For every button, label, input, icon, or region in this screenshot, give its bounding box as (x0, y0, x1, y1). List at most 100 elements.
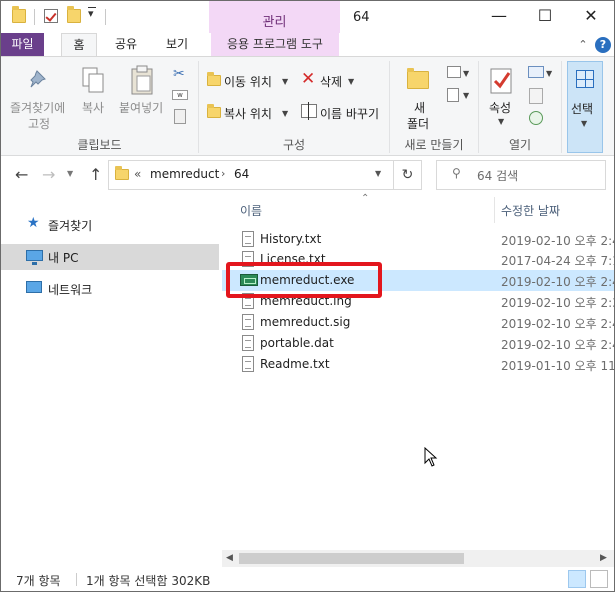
breadcrumb-64[interactable]: 64 (234, 167, 249, 181)
tab-file[interactable]: 파일 (1, 33, 44, 56)
delete-icon: ✕ (301, 69, 316, 89)
select-button[interactable]: 선택 ▼ (567, 61, 603, 153)
ribbon-tabs: 파일 홈 공유 보기 응용 프로그램 도구 ⌃ ? (1, 33, 614, 56)
folder-icon (115, 166, 129, 180)
refresh-icon[interactable]: ↻ (394, 160, 422, 190)
chevron-down-icon: ▼ (463, 69, 470, 78)
properties-button[interactable]: 속성 (489, 99, 511, 116)
move-to-icon (207, 72, 221, 86)
star-icon: ★ (27, 215, 40, 231)
tab-app-tools[interactable]: 응용 프로그램 도구 (211, 33, 339, 56)
file-list: ⌃ 이름 수정한 날짜 History.txt 2019-02-10 오후 2:… (222, 193, 614, 565)
scroll-left-icon[interactable]: ◀ (226, 553, 233, 563)
column-header-name[interactable]: 이름 (240, 202, 262, 219)
new-item-icon[interactable] (447, 66, 461, 78)
selection-info: 1개 항목 선택함 302KB (86, 574, 211, 588)
copy-button[interactable]: 복사 (82, 99, 104, 116)
nav-label: 내 PC (48, 251, 79, 265)
chevron-down-icon: ▼ (546, 69, 553, 78)
chevron-down-icon: ▼ (282, 109, 289, 118)
navigation-pane: ★ 즐겨찾기 내 PC 네트워크 (1, 193, 221, 565)
text-file-icon (242, 231, 254, 247)
ribbon: 즐겨찾기에 고정 복사 붙여넣기 ✂ w 클립보드 이동 위치 ▼ 복사 위치 … (1, 56, 614, 156)
tab-share[interactable]: 공유 (107, 33, 145, 56)
properties-icon (490, 68, 512, 94)
back-arrow-icon[interactable]: ← (15, 165, 28, 184)
paste-button[interactable]: 붙여넣기 (119, 99, 163, 116)
breadcrumb-memreduct[interactable]: memreduct (150, 167, 219, 181)
copy-path-icon[interactable]: w (172, 90, 188, 100)
new-folder-button-2[interactable]: 폴더 (407, 115, 429, 132)
scroll-thumb[interactable] (239, 553, 464, 564)
table-row[interactable]: portable.dat 2019-02-10 오후 2:4 (222, 333, 614, 354)
breadcrumb-separator-icon[interactable]: › (221, 167, 225, 180)
chevron-down-icon: ▼ (498, 117, 505, 126)
computer-stand (32, 262, 37, 265)
maximize-button[interactable]: ☐ (522, 1, 568, 33)
file-date: 2019-02-10 오후 2:3 (501, 296, 615, 310)
chevron-down-icon: ▼ (581, 119, 588, 128)
group-divider (561, 61, 562, 153)
move-to-button[interactable]: 이동 위치 (224, 73, 272, 90)
address-bar[interactable]: « memreduct › 64 ▼ (108, 160, 394, 190)
paste-shortcut-icon[interactable] (174, 109, 186, 124)
chevron-up-icon[interactable]: ⌃ (575, 37, 591, 53)
tab-home[interactable]: 홈 (61, 33, 97, 56)
nav-item-this-pc[interactable]: 내 PC (1, 244, 219, 270)
sort-up-icon: ⌃ (361, 193, 370, 204)
paste-icon (131, 65, 153, 95)
easy-access-icon[interactable] (447, 88, 459, 102)
file-name: Readme.txt (260, 357, 330, 371)
rename-icon (301, 102, 317, 120)
tab-view[interactable]: 보기 (157, 33, 197, 56)
history-icon[interactable] (529, 111, 543, 125)
nav-item-network[interactable]: 네트워크 (1, 276, 219, 302)
horizontal-scrollbar[interactable]: ◀ ▶ (222, 550, 614, 567)
new-folder-quick-icon[interactable] (67, 6, 81, 23)
forward-arrow-icon[interactable]: → (42, 165, 55, 184)
new-group-label: 새로 만들기 (404, 138, 464, 152)
nav-label: 네트워크 (48, 283, 93, 297)
chevron-down-icon: ▼ (282, 77, 289, 86)
recent-locations-icon[interactable]: ▼ (67, 169, 73, 178)
up-arrow-icon[interactable]: ↑ (89, 165, 102, 184)
pin-label[interactable]: 즐겨찾기에 (10, 99, 65, 116)
edit-icon[interactable] (529, 88, 543, 104)
divider (76, 573, 77, 586)
file-date: 2019-02-10 오후 2:4 (501, 275, 615, 289)
new-folder-button[interactable]: 새 (414, 99, 425, 116)
pin-label-2[interactable]: 고정 (28, 115, 50, 132)
clipboard-group-label: 클립보드 (77, 138, 122, 152)
customize-quick-access-icon[interactable]: ▾ (88, 7, 94, 20)
table-row[interactable]: Readme.txt 2019-01-10 오후 11 (222, 354, 614, 375)
address-dropdown-icon[interactable]: ▼ (375, 169, 381, 178)
select-label: 선택 (571, 102, 594, 116)
chevron-down-icon: ▼ (463, 91, 470, 100)
status-bar: 7개 항목 1개 항목 선택함 302KB (1, 567, 614, 591)
chevron-down-icon: ▼ (348, 77, 355, 86)
help-icon[interactable]: ? (595, 37, 611, 53)
search-box[interactable]: ⚲ 64 검색 (436, 160, 606, 190)
column-header-date[interactable]: 수정한 날짜 (501, 202, 560, 219)
computer-icon (26, 250, 43, 261)
open-icon[interactable] (528, 66, 544, 78)
table-row[interactable]: memreduct.sig 2019-02-10 오후 2:4 (222, 312, 614, 333)
delete-button[interactable]: 삭제 (320, 73, 342, 90)
cut-icon[interactable]: ✂ (173, 66, 185, 82)
nav-item-quick-access[interactable]: ★ 즐겨찾기 (1, 212, 219, 238)
table-row[interactable]: History.txt 2019-02-10 오후 2:4 (222, 229, 614, 250)
rename-button[interactable]: 이름 바꾸기 (320, 105, 379, 122)
text-file-icon (242, 356, 254, 372)
copy-to-button[interactable]: 복사 위치 (224, 105, 272, 122)
divider (105, 9, 106, 25)
details-view-icon[interactable] (568, 570, 586, 588)
new-folder-icon (407, 68, 429, 89)
address-overflow[interactable]: « (134, 167, 141, 181)
close-button[interactable]: ✕ (568, 1, 614, 33)
properties-quick-icon[interactable] (44, 9, 58, 23)
large-icons-view-icon[interactable] (590, 570, 608, 588)
select-icon (576, 70, 594, 88)
minimize-button[interactable]: — (476, 1, 522, 33)
file-date: 2019-01-10 오후 11 (501, 359, 615, 373)
scroll-right-icon[interactable]: ▶ (600, 553, 607, 563)
